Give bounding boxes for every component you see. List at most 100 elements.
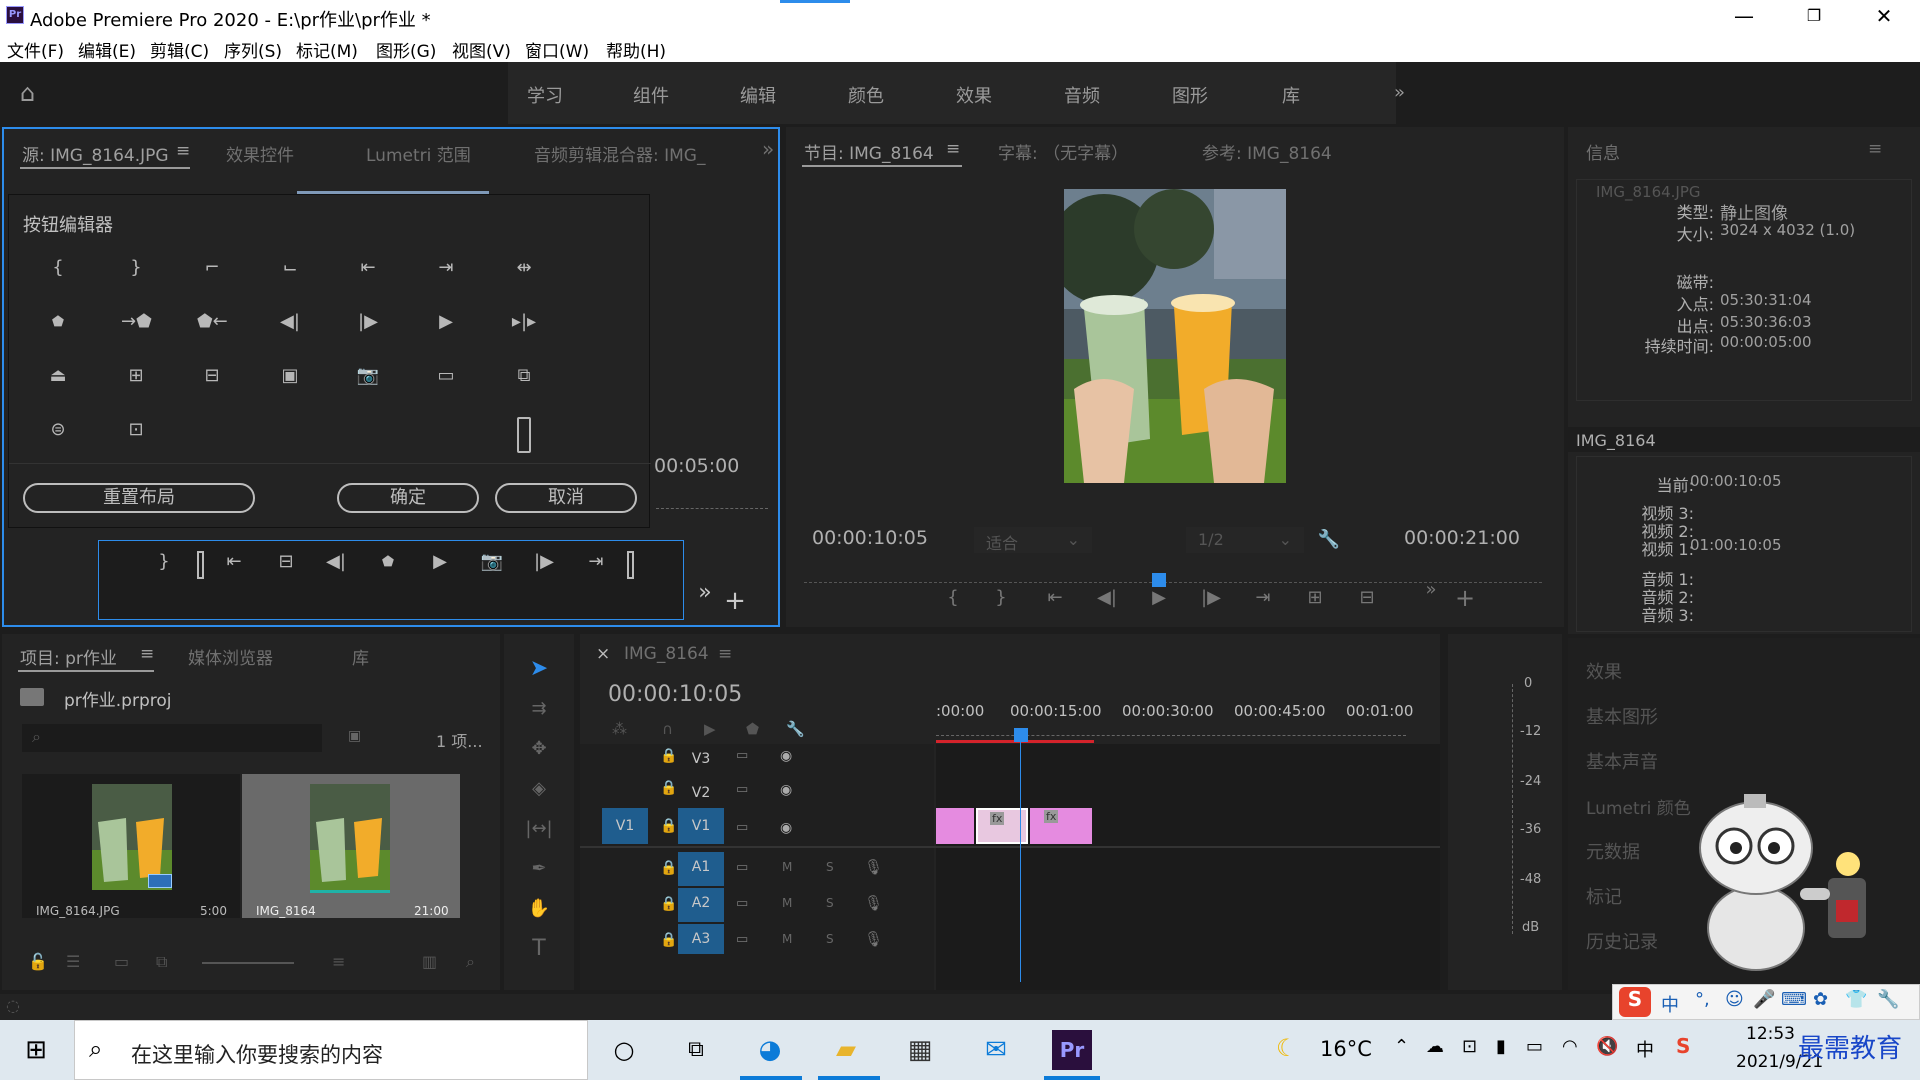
prog-mark-in-icon[interactable]: { bbox=[938, 583, 968, 613]
premiere-taskbar-icon[interactable]: Pr bbox=[1052, 1030, 1092, 1070]
v3-sync-icon[interactable]: ▭ bbox=[736, 748, 748, 763]
timeline-ruler[interactable] bbox=[936, 728, 1406, 736]
ime-skin-icon[interactable]: ✿ bbox=[1813, 989, 1828, 1010]
v1-sync-icon[interactable]: ▭ bbox=[736, 820, 748, 835]
menu-view[interactable]: 视图(V) bbox=[452, 37, 511, 62]
freeform-view-icon[interactable]: ⧉ bbox=[156, 952, 167, 972]
ripple-edit-tool-icon[interactable]: ✥ bbox=[524, 734, 554, 764]
prog-extract-icon[interactable]: ⊟ bbox=[1352, 583, 1382, 613]
clear-out-icon[interactable]: ⌙ bbox=[275, 253, 305, 283]
timeline-playhead-handle[interactable] bbox=[1014, 728, 1028, 742]
bar-go-to-in-icon[interactable]: ⇤ bbox=[219, 547, 249, 577]
link-effects[interactable]: 效果 bbox=[1586, 658, 1622, 684]
bar-play-icon[interactable]: ▶ bbox=[425, 547, 455, 577]
project-item-2[interactable]: IMG_8164 21:00 bbox=[242, 774, 460, 918]
close-sequence-icon[interactable]: × bbox=[596, 644, 610, 664]
menu-clip[interactable]: 剪辑(C) bbox=[150, 37, 209, 62]
bar-step-forward-icon[interactable]: |▶ bbox=[529, 547, 559, 577]
go-to-previous-marker-icon[interactable]: ⬟← bbox=[197, 307, 228, 337]
quality-dropdown[interactable]: 1/2 ⌄ bbox=[1186, 527, 1304, 553]
menu-marker[interactable]: 标记(M) bbox=[296, 37, 358, 62]
tab-media-browser[interactable]: 媒体浏览器 bbox=[188, 644, 273, 669]
a2-sync-icon[interactable]: ▭ bbox=[736, 896, 748, 911]
bar-overwrite-icon[interactable]: ⊟ bbox=[271, 547, 301, 577]
timeline-settings-icon[interactable]: 🔧 bbox=[786, 720, 805, 738]
track-a1[interactable]: A1 bbox=[678, 852, 724, 886]
store-icon[interactable]: ▦ bbox=[900, 1030, 940, 1070]
hand-tool-icon[interactable]: ✋ bbox=[524, 894, 554, 924]
play-around-icon[interactable]: ▸|▸ bbox=[509, 307, 539, 337]
menu-graphics[interactable]: 图形(G) bbox=[376, 37, 436, 62]
a2-lock-icon[interactable]: 🔒 bbox=[660, 896, 677, 912]
track-v2[interactable]: V2 bbox=[678, 778, 724, 808]
cancel-button[interactable]: 取消 bbox=[495, 483, 637, 513]
a3-solo[interactable]: S bbox=[826, 932, 834, 946]
find-icon[interactable]: ⌕ bbox=[466, 952, 475, 972]
v3-eye-icon[interactable]: ◉ bbox=[780, 748, 792, 764]
tray-app-icon[interactable]: ⊡ bbox=[1462, 1036, 1477, 1057]
v1-eye-icon[interactable]: ◉ bbox=[780, 820, 792, 836]
link-essential-graphics[interactable]: 基本图形 bbox=[1586, 703, 1658, 729]
linked-selection-icon[interactable]: ▶ bbox=[704, 720, 716, 738]
restore-button[interactable]: ❐ bbox=[1784, 2, 1844, 30]
prog-step-back-icon[interactable]: ◀| bbox=[1092, 583, 1122, 613]
project-search-input[interactable]: ⌕ bbox=[22, 724, 322, 752]
safe-margins-icon[interactable]: ▣ bbox=[275, 361, 305, 391]
play-in-to-out-icon[interactable]: ⇹ bbox=[509, 253, 539, 283]
ws-assembly[interactable]: 组件 bbox=[633, 82, 669, 108]
source-patch-v1[interactable]: V1 bbox=[602, 808, 648, 844]
task-view-icon[interactable]: ⧉ bbox=[676, 1030, 716, 1070]
mark-in-icon[interactable]: { bbox=[43, 253, 73, 283]
export-frame-icon[interactable]: 📷 bbox=[353, 361, 383, 391]
tray-time[interactable]: 12:53 bbox=[1746, 1024, 1795, 1044]
bar-spacer-2-icon[interactable] bbox=[627, 551, 634, 579]
menu-file[interactable]: 文件(F) bbox=[7, 37, 64, 62]
tab-source-menu-icon[interactable]: ≡ bbox=[176, 141, 190, 161]
nest-icon[interactable]: ⁂ bbox=[612, 720, 627, 738]
lock-icon[interactable]: 🔓 bbox=[28, 952, 48, 971]
reset-layout-button[interactable]: 重置布局 bbox=[23, 483, 255, 513]
zoom-slider[interactable] bbox=[202, 962, 294, 964]
vr-video-icon[interactable]: ⊜ bbox=[43, 415, 73, 445]
prog-mark-out-icon[interactable]: } bbox=[986, 583, 1016, 613]
mark-out-icon[interactable]: } bbox=[121, 253, 151, 283]
bar-step-back-icon[interactable]: ◀| bbox=[321, 547, 351, 577]
new-bin-icon[interactable]: ▣ bbox=[348, 728, 370, 746]
step-back-icon[interactable]: ◀| bbox=[275, 307, 305, 337]
tab-source[interactable]: 源: IMG_8164.JPG bbox=[22, 141, 169, 166]
icon-view-icon[interactable]: ▭ bbox=[114, 952, 129, 971]
captions-icon[interactable]: ▭ bbox=[431, 361, 461, 391]
mail-icon[interactable]: ✉ bbox=[976, 1030, 1016, 1070]
edge-icon[interactable]: ◕ bbox=[750, 1030, 790, 1070]
bar-export-frame-icon[interactable]: 📷 bbox=[477, 547, 507, 577]
ws-audio[interactable]: 音频 bbox=[1064, 82, 1100, 108]
a3-sync-icon[interactable]: ▭ bbox=[736, 932, 748, 947]
ok-button[interactable]: 确定 bbox=[337, 483, 479, 513]
bar-mark-out-icon[interactable]: } bbox=[149, 547, 179, 577]
home-icon[interactable]: ⌂ bbox=[20, 80, 54, 106]
tray-ime-label[interactable]: 中 bbox=[1636, 1036, 1654, 1062]
project-item-1[interactable]: IMG_8164.JPG 5:00 bbox=[22, 774, 240, 918]
clip-v1-c[interactable]: fx bbox=[1030, 808, 1092, 844]
link-markers[interactable]: 标记 bbox=[1586, 883, 1622, 909]
bar-go-to-out-icon[interactable]: ⇥ bbox=[581, 547, 611, 577]
v2-eye-icon[interactable]: ◉ bbox=[780, 782, 792, 798]
source-add-button-icon[interactable]: + bbox=[720, 586, 750, 616]
link-essential-sound[interactable]: 基本声音 bbox=[1586, 748, 1658, 774]
a1-sync-icon[interactable]: ▭ bbox=[736, 860, 748, 875]
slip-tool-icon[interactable]: |↔| bbox=[524, 814, 554, 844]
timeline-timecode[interactable]: 00:00:10:05 bbox=[608, 682, 742, 707]
track-v1[interactable]: V1 bbox=[678, 808, 724, 844]
minimize-button[interactable]: — bbox=[1714, 2, 1774, 30]
cortana-icon[interactable]: ○ bbox=[604, 1030, 644, 1070]
snap-icon[interactable]: ∩ bbox=[662, 720, 673, 738]
razor-tool-icon[interactable]: ◈ bbox=[524, 774, 554, 804]
selection-tool-icon[interactable]: ➤ bbox=[524, 654, 554, 684]
clear-in-icon[interactable]: ⌐ bbox=[197, 253, 227, 283]
v2-lock-icon[interactable]: 🔒 bbox=[660, 780, 677, 796]
tab-effect-controls[interactable]: 效果控件 bbox=[226, 141, 294, 166]
wrench-icon[interactable]: 🔧 bbox=[1314, 525, 1344, 555]
file-explorer-icon[interactable]: ▰ bbox=[826, 1030, 866, 1070]
battery-icon[interactable]: ▭ bbox=[1526, 1036, 1543, 1057]
weather-moon-icon[interactable]: ☾ bbox=[1276, 1034, 1298, 1062]
